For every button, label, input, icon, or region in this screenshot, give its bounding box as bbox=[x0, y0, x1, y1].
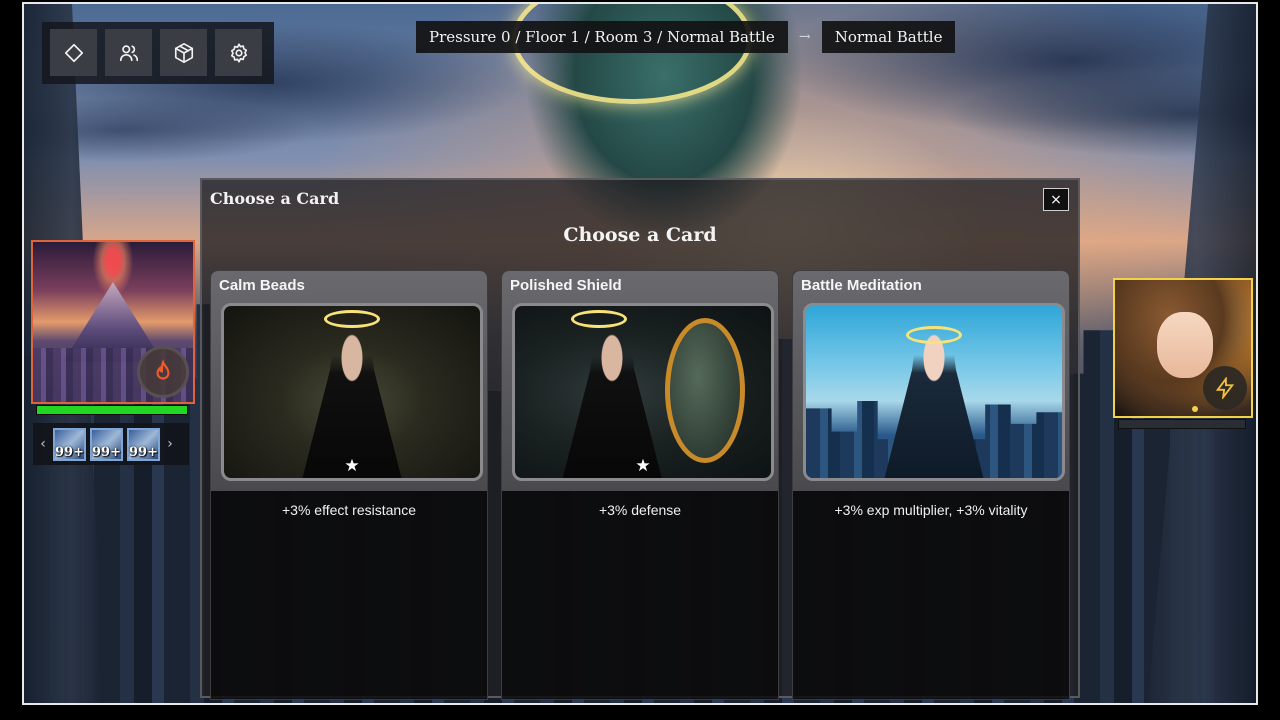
card-calm-beads[interactable]: Calm Beads ★ +3% effect resistance bbox=[210, 270, 488, 700]
breadcrumb: Pressure 0 / Floor 1 / Room 3 / Normal B… bbox=[416, 21, 956, 53]
card-art-mirror bbox=[665, 318, 745, 463]
enemy-portrait[interactable] bbox=[1113, 278, 1253, 418]
item-slot[interactable]: 99+ bbox=[53, 427, 86, 461]
card-description: +3% effect resistance bbox=[282, 502, 416, 518]
users-icon bbox=[119, 44, 138, 61]
item-count: 99+ bbox=[92, 444, 121, 460]
choose-card-modal: Choose a Card × Choose a Card Calm Beads… bbox=[200, 178, 1080, 700]
card-header: Battle Meditation bbox=[793, 271, 1069, 491]
card-art-figure bbox=[562, 328, 662, 478]
modal-title: Choose a Card bbox=[210, 189, 340, 208]
breadcrumb-path: Pressure 0 / Floor 1 / Room 3 / Normal B… bbox=[416, 21, 788, 53]
enemy-status-dot bbox=[1192, 406, 1198, 412]
inventory-button[interactable] bbox=[50, 29, 97, 76]
player-portrait[interactable] bbox=[31, 240, 195, 404]
player-hp-fill bbox=[37, 406, 187, 414]
box-icon bbox=[174, 42, 193, 63]
item-count: 99+ bbox=[129, 444, 158, 460]
card-art-halo bbox=[571, 310, 628, 328]
card-art-halo bbox=[906, 326, 962, 344]
party-button[interactable] bbox=[105, 29, 152, 76]
items-button[interactable] bbox=[160, 29, 207, 76]
item-slot[interactable]: 99+ bbox=[90, 427, 123, 461]
card-battle-meditation[interactable]: Battle Meditation +3% exp multiplier, +3… bbox=[792, 270, 1070, 700]
card-name: Battle Meditation bbox=[801, 277, 922, 294]
close-button[interactable]: × bbox=[1043, 188, 1069, 211]
card-art-halo bbox=[324, 310, 380, 328]
enemy-hp-bar bbox=[1118, 419, 1246, 429]
gear-icon bbox=[230, 42, 247, 63]
breadcrumb-next: Normal Battle bbox=[821, 21, 956, 53]
settings-button[interactable] bbox=[215, 29, 262, 76]
card-header: Calm Beads ★ bbox=[211, 271, 487, 491]
enemy-face bbox=[1157, 312, 1213, 378]
star-icon: ★ bbox=[635, 456, 651, 476]
card-name: Polished Shield bbox=[510, 277, 622, 294]
card-art: ★ bbox=[512, 303, 774, 481]
lightning-icon bbox=[1215, 377, 1235, 399]
card-art: ★ bbox=[221, 303, 483, 481]
player-skill-button[interactable] bbox=[137, 346, 189, 398]
card-art-figure bbox=[884, 328, 984, 478]
card-list: Calm Beads ★ +3% effect resistance Polis… bbox=[210, 270, 1070, 700]
card-art bbox=[803, 303, 1065, 481]
card-description: +3% defense bbox=[598, 502, 682, 518]
card-polished-shield[interactable]: Polished Shield ★ +3% defense bbox=[501, 270, 779, 700]
card-header: Polished Shield ★ bbox=[502, 271, 778, 491]
diamond-icon bbox=[64, 43, 83, 62]
player-hp-bar bbox=[36, 405, 188, 415]
enemy-skill-button[interactable] bbox=[1203, 366, 1247, 410]
top-toolbar bbox=[42, 22, 274, 84]
modal-heading: Choose a Card bbox=[563, 224, 717, 246]
star-icon: ★ bbox=[344, 456, 360, 476]
items-prev-button[interactable]: ‹ bbox=[37, 436, 49, 452]
breadcrumb-arrow: → bbox=[798, 29, 811, 45]
item-count: 99+ bbox=[55, 444, 84, 460]
item-strip: ‹ 99+ 99+ 99+ › bbox=[33, 423, 189, 465]
items-next-button[interactable]: › bbox=[164, 436, 176, 452]
item-slot[interactable]: 99+ bbox=[127, 427, 160, 461]
card-name: Calm Beads bbox=[219, 277, 305, 294]
flame-icon bbox=[156, 359, 170, 380]
card-description: +3% exp multiplier, +3% vitality bbox=[834, 502, 1028, 518]
